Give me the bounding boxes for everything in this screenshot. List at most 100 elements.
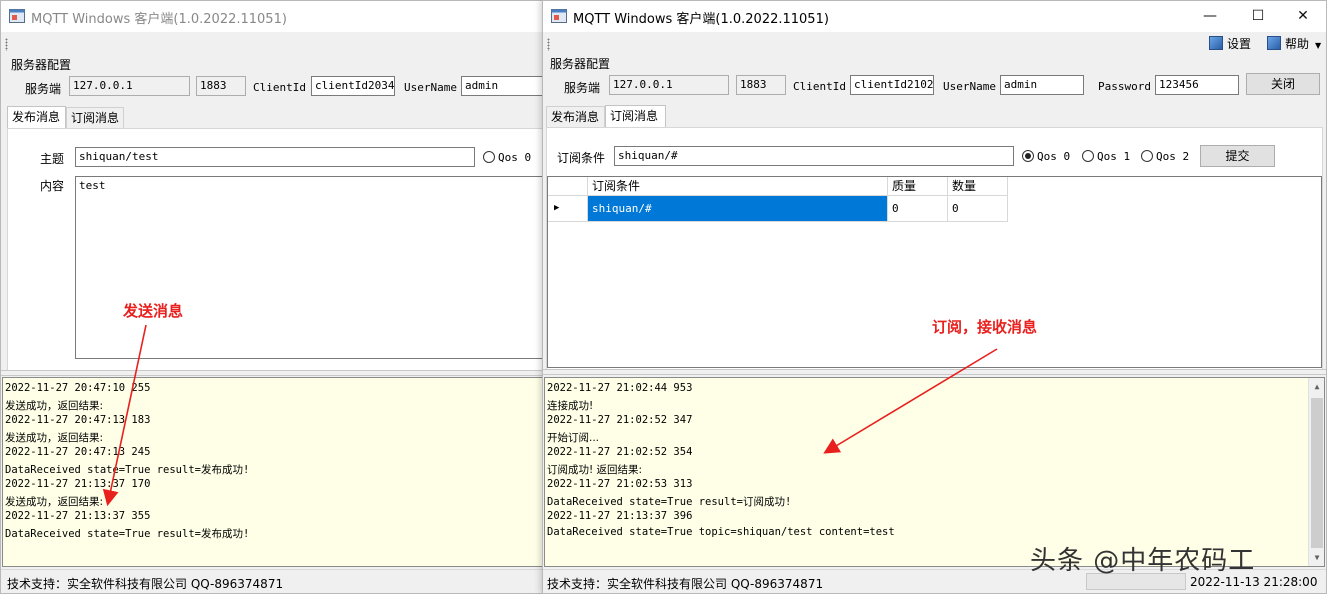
log-line: 订阅成功! 返回结果: <box>547 464 643 476</box>
maximize-icon[interactable]: ☐ <box>1235 1 1281 32</box>
left-server-config-title: 服务器配置 <box>11 58 72 72</box>
row-selector-arrow-icon[interactable]: ▶ <box>548 196 588 222</box>
right-toolbar: 设置 帮助 ▼ <box>543 32 1326 56</box>
left-tab-subscribe[interactable]: 订阅消息 <box>66 107 124 128</box>
right-window-title: MQTT Windows 客户端(1.0.2022.11051) <box>573 12 829 27</box>
settings-button[interactable]: 设置 <box>1209 36 1251 52</box>
toolbar-grip-icon[interactable] <box>5 38 8 51</box>
log-line: 连接成功! <box>547 400 594 412</box>
left-qos0-radio[interactable]: Qos 0 <box>483 149 531 165</box>
submit-button[interactable]: 提交 <box>1200 145 1275 167</box>
left-server-label: 服务端 <box>25 82 62 96</box>
left-log-area[interactable]: 2022-11-27 20:47:10 255 发送成功，返回结果: 2022-… <box>2 377 542 567</box>
right-status-text: 技术支持：实全软件科技有限公司 QQ-896374871 <box>547 577 824 591</box>
left-server-ip-field[interactable]: 127.0.0.1 <box>69 76 190 96</box>
log-line: 发送成功，返回结果: <box>5 496 104 508</box>
right-username-label: UserName <box>943 80 996 93</box>
left-client-window: MQTT Windows 客户端(1.0.2022.11051) 服务器配置 服… <box>0 0 543 594</box>
left-publish-panel: 主题 shiquan/test Qos 0 内容 test <box>7 128 542 371</box>
log-line: 2022-11-27 20:47:13 245 <box>5 446 151 458</box>
log-line: DataReceived state=True result=发布成功! <box>5 528 250 540</box>
log-line: 2022-11-27 20:47:10 255 <box>5 382 151 394</box>
qos2-radio[interactable]: Qos 2 <box>1141 148 1189 164</box>
minimize-icon[interactable]: — <box>1187 1 1233 32</box>
left-tab-publish[interactable]: 发布消息 <box>7 106 66 128</box>
grid-cell-quality[interactable]: 0 <box>888 196 948 222</box>
topic-input[interactable]: shiquan/test <box>75 147 475 167</box>
subscription-grid[interactable]: 订阅条件 质量 数量 ▶ shiquan/# 0 0 <box>547 176 1322 368</box>
right-tab-publish[interactable]: 发布消息 <box>546 106 605 127</box>
radio-empty-icon <box>1141 150 1153 162</box>
right-server-port-field[interactable]: 1883 <box>736 75 786 95</box>
log-line: 2022-11-27 21:13:37 170 <box>5 478 151 490</box>
password-label: Password <box>1098 80 1151 93</box>
right-username-field[interactable]: admin <box>1000 75 1084 95</box>
content-textarea[interactable]: test <box>75 176 542 359</box>
log-line: DataReceived state=True result=订阅成功! <box>547 496 792 508</box>
left-toolbar <box>1 32 542 56</box>
log-line: 2022-11-27 21:02:44 953 <box>547 382 693 394</box>
scroll-up-icon[interactable]: ▲ <box>1309 378 1324 395</box>
toolbar-grip-icon[interactable] <box>547 38 550 51</box>
left-status-bar: 技术支持：实全软件科技有限公司 QQ-896374871 <box>1 569 542 593</box>
grid-header-condition[interactable]: 订阅条件 <box>588 177 888 196</box>
log-scrollbar[interactable]: ▲ ▼ <box>1308 378 1324 566</box>
password-field[interactable]: 123456 <box>1155 75 1239 95</box>
log-line: 2022-11-27 21:02:52 354 <box>547 446 693 458</box>
grid-cell-count[interactable]: 0 <box>948 196 1008 222</box>
right-splitter[interactable] <box>543 369 1326 375</box>
left-title-bar[interactable]: MQTT Windows 客户端(1.0.2022.11051) <box>1 1 542 32</box>
right-clientid-label: ClientId <box>793 80 846 93</box>
app-window-icon <box>551 9 567 23</box>
close-window-icon[interactable]: ✕ <box>1280 1 1326 32</box>
right-server-ip-field[interactable]: 127.0.0.1 <box>609 75 729 95</box>
subscribe-annotation: 订阅，接收消息 <box>932 318 1038 336</box>
qos0-radio[interactable]: Qos 0 <box>1022 148 1070 164</box>
scroll-down-icon[interactable]: ▼ <box>1309 549 1324 566</box>
left-splitter[interactable] <box>1 370 542 376</box>
status-time: 2022-11-13 21:28:00 <box>1190 575 1318 589</box>
grid-cell-condition[interactable]: shiquan/# <box>588 196 888 222</box>
right-tab-strip: 发布消息 订阅消息 <box>546 105 1316 127</box>
radio-empty-icon <box>483 151 495 163</box>
log-line: 2022-11-27 21:13:37 396 <box>547 510 693 522</box>
right-server-label: 服务端 <box>564 81 601 95</box>
log-line: 2022-11-27 21:13:37 355 <box>5 510 151 522</box>
log-line: 2022-11-27 21:02:52 347 <box>547 414 693 426</box>
disconnect-button[interactable]: 关闭 <box>1246 73 1320 95</box>
subscription-topic-input[interactable]: shiquan/# <box>614 146 1014 166</box>
right-log-area[interactable]: 2022-11-27 21:02:44 953 连接成功! 2022-11-27… <box>544 377 1325 567</box>
grid-header-quality[interactable]: 质量 <box>888 177 948 196</box>
right-client-window: MQTT Windows 客户端(1.0.2022.11051) — ☐ ✕ 设… <box>542 0 1327 594</box>
content-label: 内容 <box>40 179 65 193</box>
log-line: 发送成功，返回结果: <box>5 432 104 444</box>
log-line: DataReceived state=True topic=shiquan/te… <box>547 526 895 538</box>
left-status-text: 技术支持：实全软件科技有限公司 QQ-896374871 <box>7 577 284 591</box>
grid-header-count[interactable]: 数量 <box>948 177 1008 196</box>
help-button[interactable]: 帮助 ▼ <box>1267 36 1321 52</box>
left-window-title: MQTT Windows 客户端(1.0.2022.11051) <box>31 12 287 27</box>
log-line: 发送成功，返回结果: <box>5 400 104 412</box>
right-clientid-field[interactable]: clientId21024 <box>850 75 934 95</box>
watermark: 头条 @中年农码工 <box>1030 546 1256 576</box>
topic-label: 主题 <box>40 152 65 166</box>
send-message-annotation: 发送消息 <box>123 302 184 320</box>
log-line: 2022-11-27 21:02:53 313 <box>547 478 693 490</box>
left-server-port-field[interactable]: 1883 <box>196 76 246 96</box>
subscription-condition-label: 订阅条件 <box>557 151 606 165</box>
left-clientid-field[interactable]: clientId20340 <box>311 76 395 96</box>
left-tab-strip: 发布消息 订阅消息 <box>7 106 537 128</box>
right-title-bar[interactable]: MQTT Windows 客户端(1.0.2022.11051) — ☐ ✕ <box>543 1 1326 32</box>
help-icon <box>1267 36 1281 50</box>
left-username-field[interactable]: admin <box>461 76 542 96</box>
right-tab-subscribe[interactable]: 订阅消息 <box>605 105 666 127</box>
scroll-thumb[interactable] <box>1311 398 1323 548</box>
left-clientid-label: ClientId <box>253 81 306 94</box>
log-line: DataReceived state=True result=发布成功! <box>5 464 250 476</box>
log-line: 2022-11-27 20:47:13 183 <box>5 414 151 426</box>
dropdown-arrow-icon: ▼ <box>1315 41 1322 50</box>
app-window-icon <box>9 9 25 23</box>
grid-corner-cell <box>548 177 588 196</box>
qos1-radio[interactable]: Qos 1 <box>1082 148 1130 164</box>
left-username-label: UserName <box>404 81 457 94</box>
